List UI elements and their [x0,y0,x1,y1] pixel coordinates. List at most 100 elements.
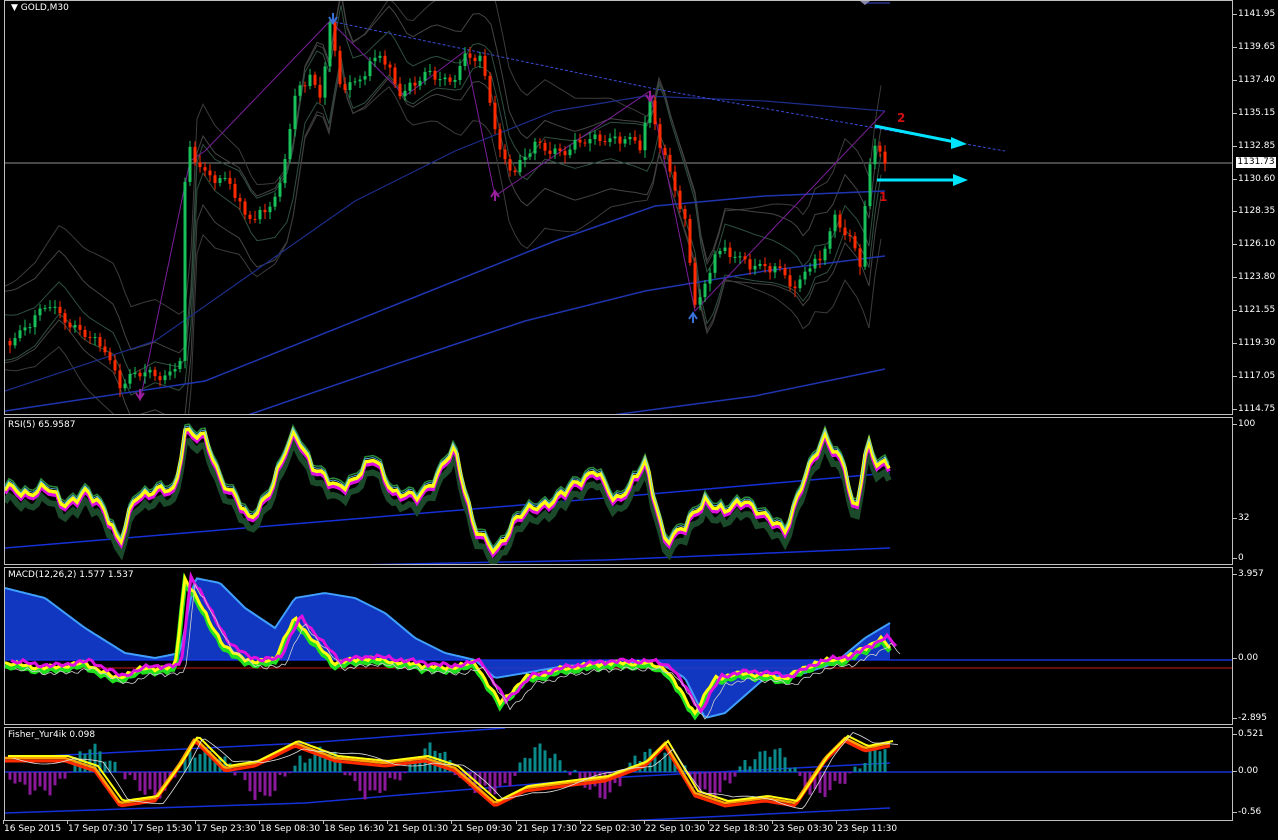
price-scale-tick: 1141.95 [1232,9,1276,19]
fisher-histogram-bar [43,772,47,791]
candle-body [273,196,277,207]
candle-body [468,53,472,58]
candle-body [713,254,717,273]
fisher-histogram-bar [273,772,277,791]
time-axis-label: 23 Sep 11:30 [835,820,898,834]
candle-body [163,375,167,381]
candle-body [173,369,177,372]
candle-body [203,167,207,171]
candle-body [668,154,672,172]
candle-body [148,369,152,373]
fisher-histogram-bar [763,750,767,772]
fisher-histogram-bar [358,772,362,791]
candle-body [768,266,772,273]
candle-body [678,190,682,209]
fisher-histogram-bar [873,747,877,772]
fisher-histogram-bar [558,760,562,772]
candle-body [863,206,867,267]
moving-average-line [5,190,886,412]
time-axis-label: 18 Sep 16:30 [322,820,385,834]
candle-body [498,129,502,150]
candle-body [123,383,127,389]
candle-body [413,82,417,86]
candle-body [568,149,572,156]
candle-body [423,71,427,81]
time-axis-label: 17 Sep 15:30 [130,820,193,834]
fisher-histogram-bar [28,772,32,795]
candle-body [38,308,42,316]
fisher-histogram-bar [368,772,372,791]
fisher-histogram-bar [68,772,72,773]
fisher-histogram-bar [388,772,392,779]
candle-body [53,306,57,308]
candle-body [653,100,657,125]
price-chart-pane[interactable]: ▼ GOLD,M30 2 1 [4,0,1233,415]
rsi-pane[interactable]: RSI(5) 65.9587 [4,417,1233,565]
fisher-histogram-bar [413,762,417,772]
fisher-histogram-bar [298,755,302,772]
candle-body [258,209,262,220]
macd-scale: 3.957 0.00 -2.895 [1232,567,1278,725]
candle-body [128,373,132,384]
candle-body [478,55,482,62]
fisher-histogram-bar [53,772,57,786]
symbol-selector[interactable]: ▼ GOLD,M30 [11,3,69,13]
candle-body [558,148,562,152]
macd-histogram-edge [5,577,891,719]
candle-body [628,137,632,140]
macd-histogram-area [5,578,890,718]
fisher-histogram-bar [13,772,17,784]
fisher-trend-line [5,762,891,814]
dropdown-triangle-icon[interactable]: ▼ [11,3,18,13]
fisher-histogram-bar [268,772,272,797]
macd-scale-bottom: -2.895 [1232,713,1268,723]
fisher-histogram-bar [523,757,527,772]
candle-body [73,324,77,328]
candle-body [278,183,282,197]
fisher-histogram-bar [58,772,62,779]
fisher-histogram-bar [18,772,22,782]
candle-body [548,150,552,154]
fisher-histogram-bar [863,762,867,772]
candle-body [143,372,147,377]
fisher-histogram-bar [33,772,37,791]
fisher-histogram-bar [363,772,367,800]
fisher-histogram-bar [598,772,602,798]
price-scale-tick: 1117.05 [1232,370,1276,381]
fisher-histogram-bar [113,761,117,772]
fisher-pane[interactable]: Fisher_Yur4ik 0.098 [4,727,1233,821]
fisher-histogram-bar [868,749,872,772]
fisher-histogram-bar [753,759,757,772]
candle-body [83,329,87,337]
candle-body [138,372,142,377]
macd-scale-top: 3.957 [1233,569,1264,579]
candle-body [543,142,547,151]
candle-body [113,360,117,371]
candle-body [448,77,452,82]
time-axis-label: 21 Sep 09:30 [450,820,513,834]
fisher-histogram-bar [548,758,552,772]
candle-body [188,146,192,182]
macd-pane[interactable]: MACD(12,26,2) 1.577 1.537 [4,567,1233,725]
price-scale: 1141.95 1139.65 1137.40 1135.15 1132.85 1130.… [1232,0,1278,415]
fisher-histogram-bar [773,749,777,772]
candle-body [78,324,82,330]
fisher-histogram-bar [153,772,157,796]
candle-body [693,262,697,305]
candle-body [383,55,387,65]
candle-body [283,159,287,184]
fisher-histogram-bar [843,772,847,784]
fisher-label: Fisher_Yur4ik 0.098 [8,730,96,740]
time-axis-label: 23 Sep 03:30 [771,820,834,834]
rsi-trend-line [367,547,891,564]
candle-body [578,139,582,143]
candle-body [328,22,332,67]
candle-body [243,201,247,215]
time-axis-label: 22 Sep 02:30 [579,820,642,834]
macd-white-line [14,582,901,720]
fisher-histogram-bar [243,772,247,781]
fisher-histogram-bar [148,772,152,790]
candle-body [408,82,412,91]
fisher-histogram-bar [48,772,52,796]
fisher-histogram-bar [833,772,837,781]
